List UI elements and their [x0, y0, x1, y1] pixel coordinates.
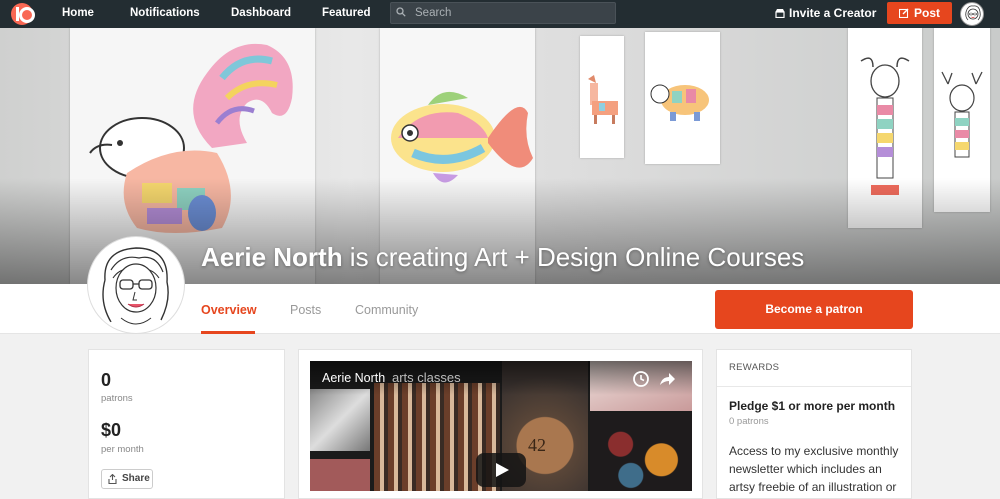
active-tab-indicator [201, 331, 255, 334]
tab-posts[interactable]: Posts [290, 303, 321, 317]
video-title[interactable]: Aerie North [322, 371, 385, 385]
thumbnail [310, 459, 370, 491]
thumbnail-glass-beads [590, 413, 692, 491]
nav-notifications[interactable]: Notifications [130, 7, 200, 19]
fish-artwork-icon [391, 91, 533, 183]
video-player[interactable]: 42 arts classes Aerie North [310, 361, 692, 491]
creator-name: Aerie North [201, 242, 343, 272]
post-label: Post [913, 6, 940, 20]
reward-tier-description: Access to my exclusive monthly newslette… [729, 444, 899, 494]
stats-card: 0 patrons $0 per month Share [88, 349, 285, 499]
edit-icon [898, 8, 909, 18]
tab-overview[interactable]: Overview [201, 303, 257, 317]
creator-tagline: is creating Art + Design Online Courses [342, 242, 805, 272]
bear-artwork-icon [650, 84, 709, 121]
become-patron-button[interactable]: Become a patron [715, 290, 913, 329]
share-label: Share [122, 473, 150, 484]
video-card: 42 arts classes Aerie North [298, 349, 703, 499]
search-icon [396, 7, 406, 17]
search-box[interactable] [390, 2, 616, 24]
nav-dashboard[interactable]: Dashboard [231, 7, 291, 19]
post-button[interactable]: Post [887, 2, 952, 24]
play-icon[interactable] [476, 453, 526, 487]
pendant-number: 42 [528, 435, 546, 455]
rewards-card: REWARDS Pledge $1 or more per month 0 pa… [716, 349, 912, 499]
invite-creator-link[interactable]: Invite a Creator [775, 6, 876, 20]
giraffe-artwork-icon [588, 75, 618, 124]
reward-tier-title[interactable]: Pledge $1 or more per month [729, 399, 895, 413]
monthly-amount-label: per month [101, 444, 144, 455]
patrons-count: 0 [101, 370, 112, 390]
rewards-divider [717, 386, 911, 387]
user-avatar[interactable] [960, 2, 984, 26]
creator-avatar[interactable] [88, 237, 184, 333]
share-icon [108, 474, 117, 484]
creator-portrait-icon [102, 247, 169, 325]
share-arrow-icon[interactable] [658, 370, 676, 388]
monthly-amount: $0 [101, 420, 122, 440]
tab-community[interactable]: Community [355, 303, 418, 317]
store-icon [775, 9, 785, 18]
nav-featured[interactable]: Featured [322, 7, 371, 19]
clock-icon[interactable] [632, 370, 650, 388]
top-nav: Home Notifications Dashboard Featured In… [0, 0, 1000, 28]
video-subtitle: arts classes [392, 370, 461, 385]
avatar-portrait-icon [965, 5, 981, 21]
reindeer-artwork-icon [941, 71, 983, 158]
search-input[interactable] [415, 5, 605, 21]
nav-home[interactable]: Home [62, 7, 94, 19]
page-title: Aerie North is creating Art + Design Onl… [201, 242, 804, 273]
invite-label: Invite a Creator [789, 6, 877, 20]
rewards-heading: REWARDS [729, 362, 780, 373]
patrons-label: patrons [101, 393, 133, 404]
reward-tier-patrons: 0 patrons [729, 416, 769, 427]
thumbnail-ring [310, 389, 370, 451]
share-button[interactable]: Share [101, 469, 153, 489]
patreon-logo-icon[interactable] [11, 3, 35, 25]
